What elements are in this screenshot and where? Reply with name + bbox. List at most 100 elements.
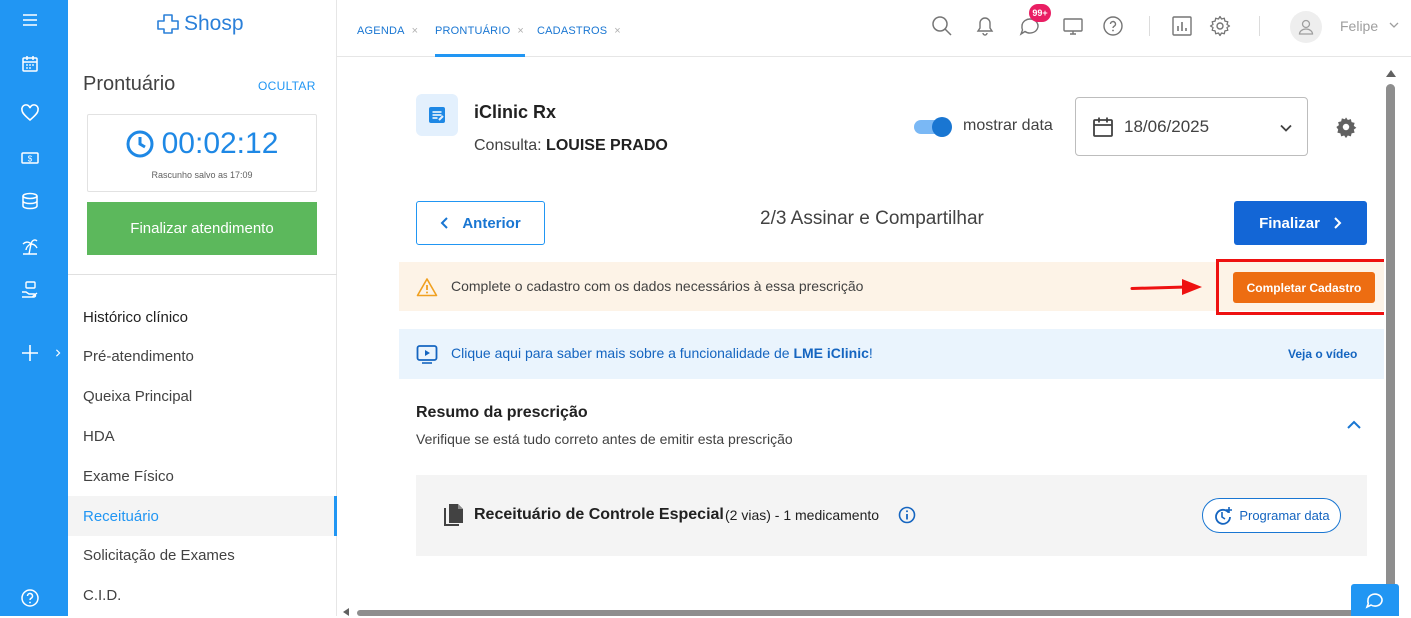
hand-money-icon[interactable] bbox=[0, 270, 68, 310]
finalize-button[interactable]: Finalizar bbox=[1234, 201, 1367, 245]
chevron-right-icon bbox=[56, 349, 61, 357]
search-icon[interactable] bbox=[930, 14, 954, 38]
logo-text: Shosp bbox=[184, 12, 244, 35]
draft-saved-text: Rascunho salvo as 17:09 bbox=[151, 170, 253, 180]
chevron-down-icon[interactable] bbox=[1389, 20, 1399, 30]
icon-rail: $ bbox=[0, 0, 68, 616]
calendar-icon bbox=[1093, 117, 1113, 137]
sidebar-item-solicitacao-exames[interactable]: Solicitação de Exames bbox=[68, 535, 337, 575]
schedule-date-button[interactable]: Programar data bbox=[1202, 498, 1341, 533]
warning-icon bbox=[416, 278, 438, 297]
tab-close-icon[interactable]: × bbox=[614, 25, 621, 37]
finalize-label: Finalizar bbox=[1259, 214, 1320, 232]
sidebar-divider bbox=[68, 274, 337, 275]
sidebar-item-receituario[interactable]: Receituário bbox=[68, 496, 337, 536]
database-icon[interactable] bbox=[0, 181, 68, 221]
scroll-up-arrow[interactable] bbox=[1386, 70, 1396, 77]
documents-icon bbox=[444, 504, 463, 526]
chevron-down-icon bbox=[1280, 124, 1292, 132]
help-circle-icon[interactable] bbox=[0, 578, 68, 618]
warning-text: Complete o cadastro com os dados necessá… bbox=[451, 278, 864, 294]
info-text-prefix: Clique aqui para saber mais sobre a func… bbox=[451, 345, 794, 361]
sidebar-item-queixa-principal[interactable]: Queixa Principal bbox=[68, 376, 337, 416]
timer-box: 00:02:12 Rascunho salvo as 17:09 bbox=[87, 114, 317, 192]
topbar-separator bbox=[1259, 16, 1260, 36]
tab-close-icon[interactable]: × bbox=[412, 25, 419, 37]
schedule-label: Programar data bbox=[1239, 508, 1330, 523]
svg-text:$: $ bbox=[28, 155, 33, 164]
gear-icon[interactable] bbox=[1208, 14, 1232, 38]
hide-sidebar-link[interactable]: OCULTAR bbox=[258, 79, 316, 93]
show-date-toggle[interactable] bbox=[914, 117, 952, 137]
heart-icon[interactable] bbox=[0, 93, 68, 133]
topbar-separator bbox=[1149, 16, 1150, 36]
iclinic-rx-logo bbox=[416, 94, 458, 136]
summary-title: Resumo da prescrição bbox=[416, 404, 588, 421]
prescription-title: Receituário de Controle Especial bbox=[474, 506, 724, 523]
tab-agenda[interactable]: AGENDA × bbox=[357, 25, 418, 37]
timer-value: 00:02:12 bbox=[161, 127, 279, 160]
sidebar: Shosp Prontuário OCULTAR 00:02:12 Rascun… bbox=[68, 0, 337, 616]
step-title: 2/3 Assinar e Compartilhar bbox=[760, 208, 984, 229]
monitor-icon[interactable] bbox=[1061, 14, 1085, 38]
tab-close-icon[interactable]: × bbox=[517, 25, 524, 37]
user-icon bbox=[1298, 19, 1314, 35]
sidebar-item-cid[interactable]: C.I.D. bbox=[68, 575, 337, 615]
consult-prefix: Consulta: bbox=[474, 137, 542, 154]
scroll-left-arrow[interactable] bbox=[343, 608, 349, 616]
info-text-bold: LME iClinic bbox=[793, 345, 869, 361]
sidebar-title: Prontuário bbox=[83, 73, 176, 95]
tab-label: PRONTUÁRIO bbox=[435, 25, 511, 37]
palm-tree-icon[interactable] bbox=[0, 226, 68, 266]
previous-button[interactable]: Anterior bbox=[416, 201, 545, 245]
patient-name: LOUISE PRADO bbox=[546, 137, 668, 154]
consult-info: Consulta: LOUISE PRADO bbox=[474, 137, 668, 155]
info-text[interactable]: Clique aqui para saber mais sobre a func… bbox=[451, 345, 873, 361]
sidebar-item-exame-fisico[interactable]: Exame Físico bbox=[68, 456, 337, 496]
support-chat-button[interactable] bbox=[1351, 584, 1399, 616]
clock-icon bbox=[126, 130, 154, 158]
info-icon[interactable] bbox=[898, 506, 916, 524]
summary-subtitle: Verifique se está tudo correto antes de … bbox=[416, 431, 793, 447]
chat-icon bbox=[1365, 593, 1383, 609]
finish-appointment-button[interactable]: Finalizar atendimento bbox=[87, 202, 317, 255]
calendar-icon[interactable] bbox=[0, 44, 68, 84]
app-title: iClinic Rx bbox=[474, 102, 557, 122]
logo[interactable]: Shosp bbox=[156, 12, 244, 36]
prescription-icon bbox=[429, 107, 445, 123]
date-select[interactable]: 18/06/2025 bbox=[1075, 97, 1308, 156]
reports-icon[interactable] bbox=[1170, 14, 1194, 38]
red-highlight-box bbox=[1216, 259, 1393, 315]
help-icon[interactable] bbox=[1101, 14, 1125, 38]
money-icon[interactable]: $ bbox=[0, 138, 68, 178]
sidebar-item-hda[interactable]: HDA bbox=[68, 416, 337, 456]
date-value: 18/06/2025 bbox=[1124, 117, 1210, 136]
menu-icon[interactable] bbox=[0, 0, 68, 40]
chevron-right-icon bbox=[1334, 217, 1342, 229]
tab-label: CADASTROS bbox=[537, 25, 608, 37]
tab-cadastros[interactable]: CADASTROS × bbox=[537, 25, 621, 37]
logo-icon bbox=[157, 14, 179, 34]
chevron-left-icon bbox=[440, 217, 449, 229]
plus-icon[interactable] bbox=[0, 333, 68, 373]
chevron-up-icon[interactable] bbox=[1346, 419, 1362, 431]
avatar[interactable] bbox=[1290, 11, 1322, 43]
sidebar-item-pre-atendimento[interactable]: Pré-atendimento bbox=[68, 336, 337, 376]
clinical-history-title: Histórico clínico bbox=[83, 309, 189, 326]
horizontal-scrollbar-thumb[interactable] bbox=[357, 610, 1377, 616]
schedule-clock-icon bbox=[1215, 506, 1233, 525]
settings-icon[interactable] bbox=[1335, 116, 1357, 138]
previous-label: Anterior bbox=[462, 214, 521, 232]
prescription-meta: (2 vias) - 1 medicamento bbox=[725, 507, 880, 523]
bell-icon[interactable] bbox=[973, 14, 997, 38]
watch-video-link[interactable]: Veja o vídeo bbox=[1288, 347, 1357, 361]
top-bar: AGENDA × PRONTUÁRIO × CADASTROS × 99+ Fe… bbox=[337, 0, 1411, 57]
tab-label: AGENDA bbox=[357, 25, 405, 37]
red-arrow-annotation bbox=[1130, 279, 1202, 295]
show-date-label: mostrar data bbox=[963, 117, 1053, 134]
user-name[interactable]: Felipe bbox=[1340, 18, 1378, 34]
vertical-scrollbar-thumb[interactable] bbox=[1386, 84, 1395, 614]
tab-prontuario[interactable]: PRONTUÁRIO × bbox=[435, 25, 524, 37]
video-play-icon bbox=[416, 345, 438, 364]
notification-badge: 99+ bbox=[1029, 4, 1051, 22]
